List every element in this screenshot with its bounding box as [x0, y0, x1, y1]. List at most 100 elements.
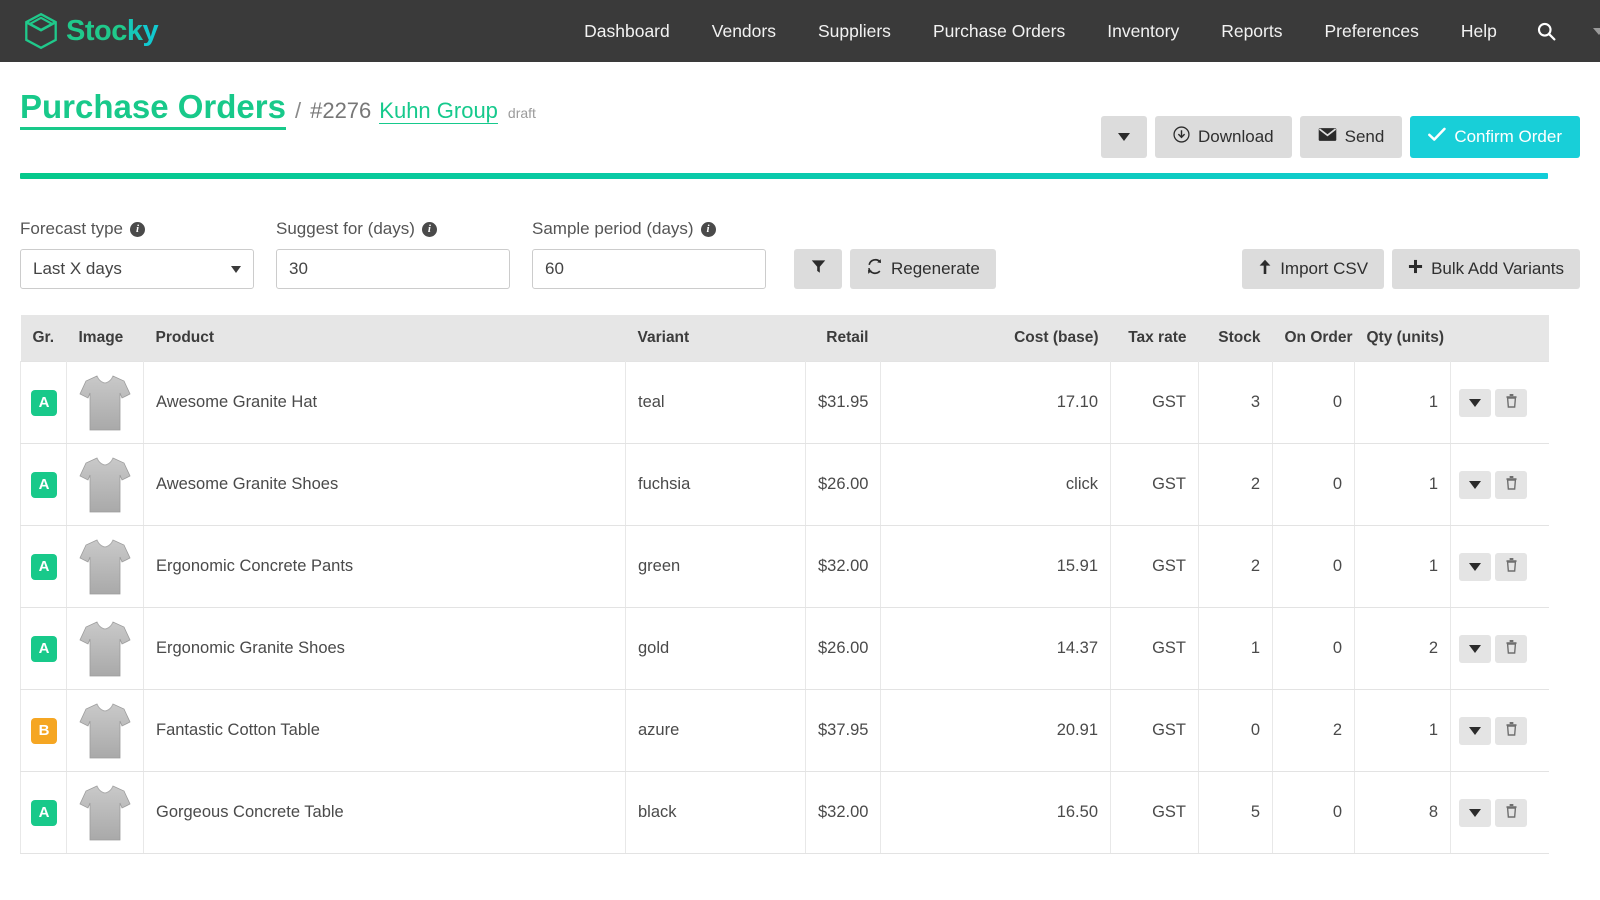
check-icon	[1428, 127, 1446, 147]
cell-cost[interactable]: 14.37	[881, 608, 1111, 690]
cell-stock: 3	[1199, 362, 1273, 444]
download-button[interactable]: Download	[1155, 116, 1292, 158]
column-header-stock[interactable]: Stock	[1199, 315, 1273, 362]
nav-item-purchase-orders[interactable]: Purchase Orders	[912, 0, 1086, 62]
import-csv-label: Import CSV	[1280, 259, 1368, 279]
row-delete-button[interactable]	[1495, 717, 1527, 745]
row-dropdown-button[interactable]	[1459, 799, 1491, 827]
table-row[interactable]: A Awesome Granite Hat teal $31.95 17.10 …	[21, 362, 1549, 444]
vendor-link[interactable]: Kuhn Group	[379, 98, 498, 124]
group-badge: A	[31, 472, 57, 498]
cell-image	[67, 362, 144, 444]
column-header-tax-rate[interactable]: Tax rate	[1111, 315, 1199, 362]
import-csv-button[interactable]: Import CSV	[1242, 249, 1384, 289]
cell-qty[interactable]: 1	[1355, 362, 1451, 444]
order-number: #2276	[310, 98, 371, 124]
forecast-type-select[interactable]: Last X days	[20, 249, 254, 289]
cell-qty[interactable]: 8	[1355, 772, 1451, 854]
nav-item-preferences[interactable]: Preferences	[1303, 0, 1439, 62]
chevron-down-icon	[1469, 563, 1481, 571]
cell-tax-rate: GST	[1111, 690, 1199, 772]
chevron-down-icon	[231, 266, 241, 273]
column-header-image[interactable]: Image	[67, 315, 144, 362]
download-label: Download	[1198, 127, 1274, 147]
tshirt-thumbnail	[71, 372, 139, 434]
tshirt-thumbnail	[71, 618, 139, 680]
more-actions-button[interactable]	[1101, 116, 1147, 158]
chevron-down-icon	[1469, 727, 1481, 735]
column-header-gr[interactable]: Gr.	[21, 315, 67, 362]
account-chevron-down-icon[interactable]	[1575, 0, 1600, 62]
table-header-row: Gr. Image Product Variant Retail Cost (b…	[21, 315, 1549, 362]
nav-item-reports[interactable]: Reports	[1200, 0, 1303, 62]
send-button[interactable]: Send	[1300, 116, 1403, 158]
suggest-days-input[interactable]	[276, 249, 510, 289]
cell-cost[interactable]: 15.91	[881, 526, 1111, 608]
row-dropdown-button[interactable]	[1459, 717, 1491, 745]
nav-item-help[interactable]: Help	[1440, 0, 1518, 62]
column-header-qty[interactable]: Qty (units)	[1355, 315, 1451, 362]
page-title[interactable]: Purchase Orders	[20, 90, 286, 130]
row-delete-button[interactable]	[1495, 389, 1527, 417]
chevron-down-icon	[1469, 399, 1481, 407]
cell-on-order: 2	[1273, 690, 1355, 772]
row-delete-button[interactable]	[1495, 471, 1527, 499]
tshirt-thumbnail	[71, 782, 139, 844]
table-row[interactable]: B Fantastic Cotton Table azure $37.95 20…	[21, 690, 1549, 772]
confirm-order-button[interactable]: Confirm Order	[1410, 116, 1580, 158]
cell-cost[interactable]: 17.10	[881, 362, 1111, 444]
cell-cost[interactable]: click	[881, 444, 1111, 526]
sample-period-label-text: Sample period (days)	[532, 219, 694, 239]
row-dropdown-button[interactable]	[1459, 471, 1491, 499]
regenerate-button[interactable]: Regenerate	[850, 249, 996, 289]
cell-qty[interactable]: 1	[1355, 526, 1451, 608]
table-row[interactable]: A Gorgeous Concrete Table black $32.00 1…	[21, 772, 1549, 854]
group-badge: A	[31, 800, 57, 826]
cell-on-order: 0	[1273, 362, 1355, 444]
row-dropdown-button[interactable]	[1459, 389, 1491, 417]
cell-cost[interactable]: 16.50	[881, 772, 1111, 854]
info-icon[interactable]: i	[701, 222, 716, 237]
download-circle-icon	[1173, 126, 1190, 148]
cell-qty[interactable]: 1	[1355, 444, 1451, 526]
cell-qty[interactable]: 2	[1355, 608, 1451, 690]
cell-cost[interactable]: 20.91	[881, 690, 1111, 772]
column-header-product[interactable]: Product	[144, 315, 626, 362]
table-row[interactable]: A Awesome Granite Shoes fuchsia $26.00 c…	[21, 444, 1549, 526]
upload-arrow-icon	[1258, 259, 1272, 280]
row-delete-button[interactable]	[1495, 553, 1527, 581]
cell-product: Ergonomic Concrete Pants	[144, 526, 626, 608]
table-row[interactable]: A Ergonomic Granite Shoes gold $26.00 14…	[21, 608, 1549, 690]
row-delete-button[interactable]	[1495, 799, 1527, 827]
table-body: A Awesome Granite Hat teal $31.95 17.10 …	[21, 362, 1549, 854]
column-header-variant[interactable]: Variant	[626, 315, 806, 362]
suggest-days-label-text: Suggest for (days)	[276, 219, 415, 239]
cell-stock: 5	[1199, 772, 1273, 854]
row-dropdown-button[interactable]	[1459, 635, 1491, 663]
column-header-retail[interactable]: Retail	[806, 315, 881, 362]
row-dropdown-button[interactable]	[1459, 553, 1491, 581]
sample-period-input[interactable]	[532, 249, 766, 289]
nav-item-inventory[interactable]: Inventory	[1086, 0, 1200, 62]
bulk-add-variants-button[interactable]: Bulk Add Variants	[1392, 249, 1580, 289]
info-icon[interactable]: i	[130, 222, 145, 237]
tshirt-thumbnail	[71, 536, 139, 598]
column-header-cost[interactable]: Cost (base)	[881, 315, 1111, 362]
cell-group: B	[21, 690, 67, 772]
column-header-on-order[interactable]: On Order	[1273, 315, 1355, 362]
row-delete-button[interactable]	[1495, 635, 1527, 663]
table-row[interactable]: A Ergonomic Concrete Pants green $32.00 …	[21, 526, 1549, 608]
info-icon[interactable]: i	[422, 222, 437, 237]
nav-item-dashboard[interactable]: Dashboard	[563, 0, 691, 62]
nav-item-suppliers[interactable]: Suppliers	[797, 0, 912, 62]
brand-name-part1: Stoc	[66, 15, 127, 47]
cell-image	[67, 690, 144, 772]
brand-logo-link[interactable]: Stocky	[20, 10, 158, 52]
cell-qty[interactable]: 1	[1355, 690, 1451, 772]
forecast-type-label: Forecast type i	[20, 219, 254, 239]
breadcrumb-separator: /	[295, 98, 301, 124]
filter-button[interactable]	[794, 249, 842, 289]
search-icon[interactable]	[1518, 0, 1575, 62]
cell-variant: gold	[626, 608, 806, 690]
nav-item-vendors[interactable]: Vendors	[691, 0, 797, 62]
